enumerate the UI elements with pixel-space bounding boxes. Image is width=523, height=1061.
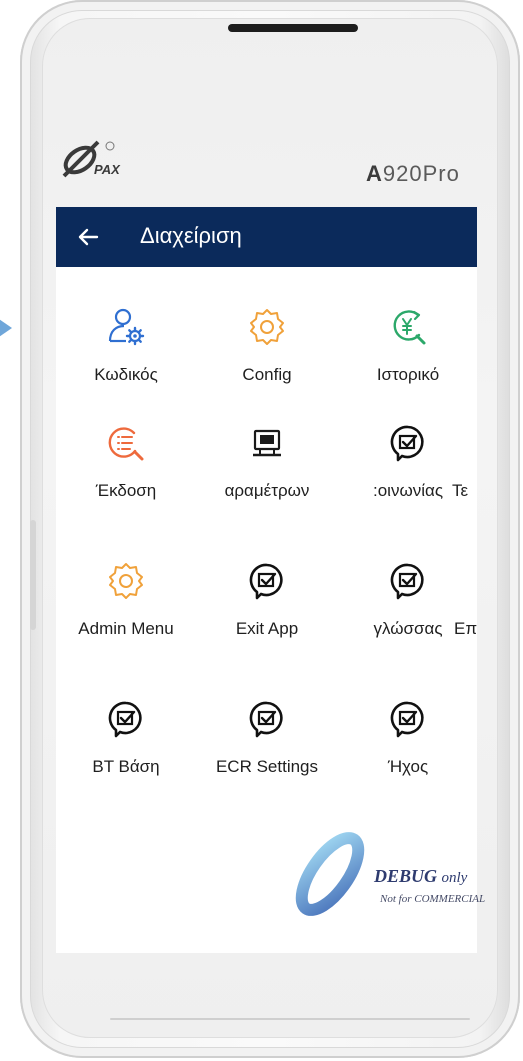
menu-item-parameters[interactable]: αραμέτρων [192,421,342,521]
back-button[interactable] [70,219,106,255]
menu-item-label: Ήχος [387,757,429,776]
hidden-icon-placeholder [442,421,477,465]
speaker-grille [228,24,358,32]
page-title: Διαχείριση [140,223,242,248]
watermark-line2: Not for COMMERCIAL [380,893,486,905]
menu-item-label: Exit App [235,619,299,638]
menu-item-label: αραμέτρων [224,481,310,500]
brand-text: PAX [94,162,121,177]
menu-item-label: :οινωνίας [372,481,444,500]
menu-item-history[interactable]: Ιστορικό [333,305,477,405]
yen-history-icon [386,305,430,349]
menu-item-label: Admin Menu [78,619,174,638]
chat-check-icon [386,559,430,603]
menu-item-label: γλώσσας [373,619,443,638]
menu-item-cut-off[interactable]: Επ [442,559,477,659]
watermark-line1-suffix: only [441,870,468,886]
title-bar: Διαχείριση [56,207,477,267]
user-gear-icon [104,305,148,349]
watermark-debug-text: DEBUG only [374,866,467,887]
watermark-line1: DEBUG [374,866,438,886]
device-model: A920Pro [366,161,460,187]
model-prefix: A [366,161,383,186]
list-search-icon [104,421,148,465]
side-arrow-icon [0,310,12,346]
chat-check-icon [245,697,289,741]
menu-item-ecr-settings[interactable]: ECR Settings [192,697,342,797]
model-suffix: 920Pro [382,161,460,186]
side-button [30,520,36,630]
menu-item-label: Ιστορικό [376,365,440,384]
menu-item-exit-app[interactable]: Exit App [192,559,342,659]
hidden-icon-placeholder [442,559,477,603]
menu-item-label: Config [242,365,292,384]
gear-icon [245,305,289,349]
menu-item-label: Επ [454,619,477,638]
menu-item-label: BT Βάση [92,757,160,776]
arrow-left-icon [78,228,99,246]
device-bottom-edge [110,1018,470,1020]
chat-check-icon [386,697,430,741]
pax-logo: PAX [58,138,168,178]
menu-item-label: ECR Settings [215,757,319,776]
chat-check-icon [245,559,289,603]
menu-item-config[interactable]: Config [192,305,342,405]
chat-check-icon [104,697,148,741]
gear-icon [104,559,148,603]
menu-item-label: Έκδοση [95,481,157,500]
menu-item-label: Κωδικός [94,365,158,384]
menu-item-issuance[interactable]: Έκδοση [56,421,201,521]
chat-check-icon [386,421,430,465]
menu-item-admin-menu[interactable]: Admin Menu [56,559,201,659]
screenshot: PAX A920Pro Διαχείριση Κωδικός Config Ισ… [0,0,523,1061]
menu-item-cut-off[interactable]: Τε [442,421,477,521]
menu-item-password[interactable]: Κωδικός [56,305,201,405]
terminal-icon [245,421,289,465]
menu-item-bt-base[interactable]: BT Βάση [56,697,201,797]
menu-item-sound[interactable]: Ήχος [333,697,477,797]
menu-item-label: Τε [452,481,469,500]
